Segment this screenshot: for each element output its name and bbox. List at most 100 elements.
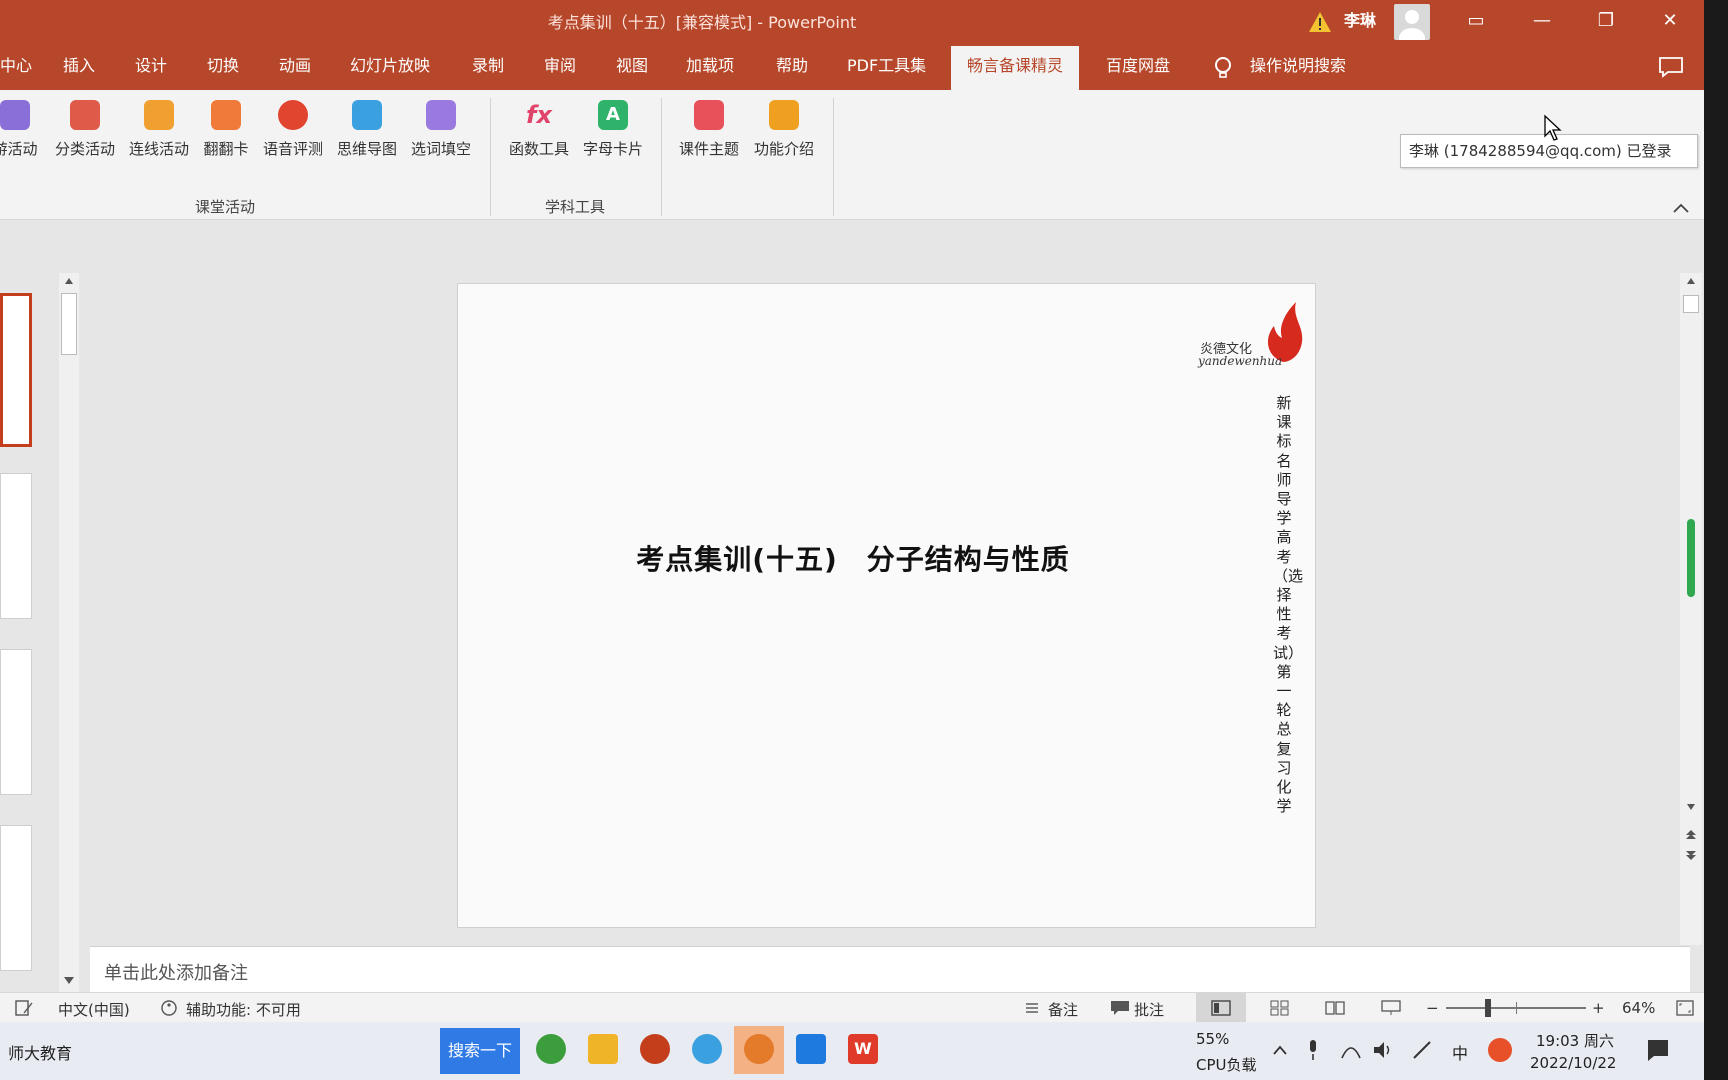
notification-center-icon[interactable] <box>1646 1038 1670 1062</box>
tab-transitions[interactable]: 切换 <box>207 46 239 90</box>
tab-view[interactable]: 视图 <box>616 46 648 90</box>
tab-review[interactable]: 审阅 <box>544 46 576 90</box>
spellcheck-icon[interactable] <box>14 999 34 1017</box>
accessibility-icon[interactable] <box>158 999 180 1017</box>
thumbnail-scrollbar[interactable] <box>59 273 79 993</box>
previous-slide-icon[interactable] <box>1685 829 1697 841</box>
notes-pane[interactable]: 单击此处添加备注 <box>90 946 1690 992</box>
ribbon-button-fillblank[interactable]: 选词填空 <box>404 100 478 160</box>
normal-view-button[interactable] <box>1196 993 1246 1022</box>
slide-thumbnail[interactable] <box>0 473 32 619</box>
search-button[interactable]: 搜索一下 <box>440 1028 520 1074</box>
lightbulb-icon <box>1215 57 1231 78</box>
slide-thumbnail[interactable] <box>0 649 32 795</box>
ribbon-button-theme[interactable]: 课件主题 <box>672 100 746 160</box>
language-indicator[interactable]: 中文(中国) <box>58 999 130 1020</box>
app-360-icon[interactable] <box>536 1034 566 1064</box>
ribbon-button-connect[interactable]: 连线活动 <box>122 100 196 160</box>
collapse-ribbon-icon[interactable] <box>1672 202 1690 214</box>
ribbon-button-activity[interactable]: 游活动 <box>0 100 52 160</box>
scroll-thumb[interactable] <box>1683 295 1699 313</box>
microphone-icon[interactable] <box>1306 1038 1320 1062</box>
comments-toggle-button[interactable]: 批注 <box>1134 999 1164 1020</box>
ribbon-button-label: 分类活动 <box>54 140 115 158</box>
ribbon-button-label: 字母卡片 <box>582 140 643 158</box>
scroll-thumb[interactable] <box>61 293 77 355</box>
slide-thumbnail[interactable] <box>0 825 32 971</box>
tab-record[interactable]: 录制 <box>472 46 504 90</box>
slideshow-icon[interactable] <box>1381 1000 1401 1016</box>
taskbar-start-label[interactable]: 师大教育 <box>8 1040 72 1064</box>
scroll-up-icon[interactable] <box>1686 277 1696 285</box>
ribbon-button-voice[interactable]: 语音评测 <box>256 100 330 160</box>
ribbon-button-intro[interactable]: 功能介绍 <box>747 100 821 160</box>
photo-app-icon[interactable] <box>796 1034 826 1064</box>
ribbon-button-flipcard[interactable]: 翻翻卡 <box>189 100 263 160</box>
sync-app-icon <box>744 1034 774 1064</box>
logo-text-en: yandewenhua <box>1198 354 1283 368</box>
file-explorer-icon[interactable] <box>588 1034 618 1064</box>
zoom-in-button[interactable]: + <box>1592 999 1605 1017</box>
slide-sorter-icon[interactable] <box>1270 1000 1290 1016</box>
accessibility-status[interactable]: 辅助功能: 不可用 <box>186 999 301 1020</box>
ribbon-button-mindmap[interactable]: 思维导图 <box>330 100 404 160</box>
tab-slideshow[interactable]: 幻灯片放映 <box>350 46 430 90</box>
tab-changyan[interactable]: 畅言备课精灵 <box>951 46 1080 90</box>
voice-icon <box>278 100 308 130</box>
network-icon[interactable] <box>1340 1040 1362 1060</box>
clock-time[interactable]: 19:03 周六 <box>1536 1030 1614 1051</box>
function-icon: fx <box>526 101 552 129</box>
powerpoint-icon[interactable] <box>640 1034 670 1064</box>
fit-to-window-icon[interactable] <box>1676 1000 1694 1016</box>
tell-me-search[interactable]: 操作说明搜索 <box>1250 46 1346 90</box>
tab-design[interactable]: 设计 <box>135 46 167 90</box>
restore-button[interactable]: ❐ <box>1578 0 1634 44</box>
scroll-down-icon[interactable] <box>1686 803 1696 811</box>
theme-icon <box>694 100 724 130</box>
window-title: 考点集训（十五）[兼容模式] - PowerPoint <box>547 13 857 32</box>
slide-title[interactable]: 考点集训(十五) 分子结构与性质 <box>458 538 1248 578</box>
clock-date[interactable]: 2022/10/22 <box>1530 1054 1616 1072</box>
ribbon-button-lettercard[interactable]: A 字母卡片 <box>576 100 650 160</box>
next-slide-icon[interactable] <box>1685 849 1697 861</box>
minimize-button[interactable]: — <box>1514 0 1570 44</box>
status-bar: 中文(中国) 辅助功能: 不可用 备注 批注 − + 64% <box>0 992 1704 1022</box>
activity-icon <box>0 100 30 130</box>
close-button[interactable]: ✕ <box>1642 0 1698 44</box>
notes-toggle-button[interactable]: 备注 <box>1048 999 1078 1020</box>
tab-pdf-tools[interactable]: PDF工具集 <box>847 46 926 90</box>
intro-icon <box>769 100 799 130</box>
zoom-level[interactable]: 64% <box>1622 999 1655 1017</box>
pen-icon[interactable] <box>1410 1038 1434 1062</box>
tab-help[interactable]: 帮助 <box>776 46 808 90</box>
ribbon-display-button[interactable]: ▭ <box>1448 0 1504 44</box>
zoom-slider-thumb[interactable] <box>1485 999 1491 1017</box>
zoom-out-button[interactable]: − <box>1426 999 1439 1017</box>
warning-icon[interactable] <box>1308 10 1332 34</box>
ribbon-button-classify[interactable]: 分类活动 <box>48 100 122 160</box>
green-handle[interactable] <box>1687 519 1695 597</box>
chevron-up-icon[interactable] <box>1272 1044 1288 1056</box>
active-app-highlight[interactable] <box>734 1026 784 1074</box>
ime-indicator[interactable]: 中 <box>1452 1040 1468 1064</box>
avatar[interactable] <box>1394 4 1430 40</box>
slide-scrollbar[interactable] <box>1680 273 1702 945</box>
tab-addins[interactable]: 加载项 <box>686 46 734 90</box>
tab-animations[interactable]: 动画 <box>279 46 311 90</box>
tab-center[interactable]: 中心 <box>0 46 32 90</box>
comment-icon[interactable] <box>1658 56 1684 78</box>
reading-view-icon[interactable] <box>1325 1000 1345 1016</box>
scroll-down-icon[interactable] <box>59 974 79 988</box>
slide-thumbnail[interactable] <box>0 293 32 447</box>
volume-icon[interactable] <box>1372 1040 1396 1060</box>
scroll-up-icon[interactable] <box>64 277 74 285</box>
ribbon-button-label: 游活动 <box>0 140 38 158</box>
tab-baidu-netdisk[interactable]: 百度网盘 <box>1106 46 1170 90</box>
wps-icon[interactable]: W <box>848 1034 878 1064</box>
sogou-input-icon[interactable] <box>1488 1038 1512 1062</box>
tab-insert[interactable]: 插入 <box>63 46 95 90</box>
edge-browser-icon[interactable] <box>692 1034 722 1064</box>
user-name[interactable]: 李琳 <box>1344 0 1376 42</box>
ribbon-button-function[interactable]: fx 函数工具 <box>502 100 576 160</box>
slide-canvas[interactable]: 炎德文化 yandewenhua 考点集训(十五) 分子结构与性质 新课标 名师… <box>457 283 1316 928</box>
